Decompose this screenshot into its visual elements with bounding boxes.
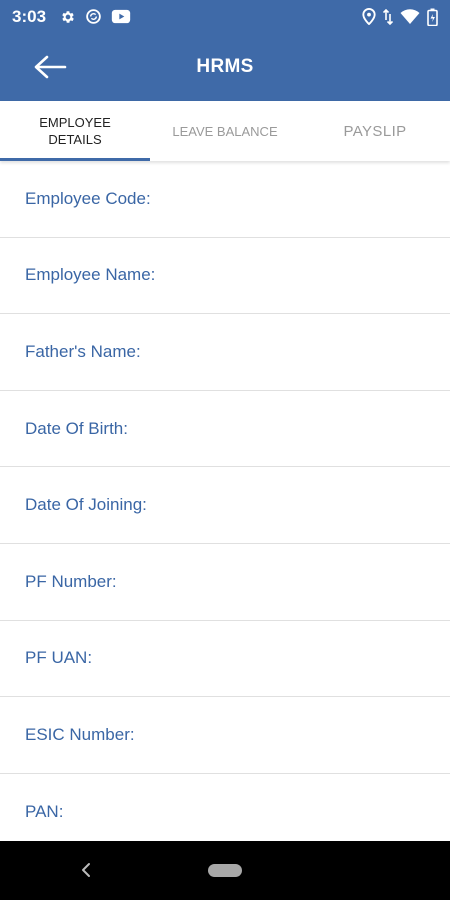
field-pf-number: PF Number: [0, 544, 450, 621]
tab-leave-balance[interactable]: LEAVE BALANCE [150, 101, 300, 161]
field-label: PF Number: [25, 571, 117, 591]
field-label: ESIC Number: [25, 724, 135, 744]
field-label: Employee Name: [25, 265, 156, 285]
data-arrows-icon [383, 8, 393, 25]
nav-home-pill[interactable] [208, 864, 242, 877]
youtube-icon [111, 9, 131, 24]
field-pf-uan: PF UAN: [0, 621, 450, 698]
tab-label: EMPLOYEE DETAILS [39, 115, 111, 147]
status-icons-left [60, 8, 131, 25]
active-tab-indicator [0, 158, 150, 161]
field-date-of-birth: Date Of Birth: [0, 391, 450, 468]
tab-payslip[interactable]: PAYSLIP [300, 101, 450, 161]
field-label: PAN: [25, 801, 64, 821]
field-pan: PAN: [0, 774, 450, 851]
employee-details-list: Employee Code: Employee Name: Father's N… [0, 161, 450, 851]
field-fathers-name: Father's Name: [0, 314, 450, 391]
wifi-icon [400, 8, 420, 25]
field-esic-number: ESIC Number: [0, 697, 450, 774]
app-bar: HRMS [0, 33, 450, 101]
field-employee-code: Employee Code: [0, 161, 450, 238]
tab-label: LEAVE BALANCE [172, 123, 278, 139]
sync-icon [85, 8, 102, 25]
field-date-of-joining: Date Of Joining: [0, 467, 450, 544]
field-label: PF UAN: [25, 648, 93, 668]
location-icon [362, 8, 376, 25]
tab-bar: EMPLOYEE DETAILS LEAVE BALANCE PAYSLIP [0, 101, 450, 161]
nav-back-icon[interactable] [80, 861, 92, 879]
battery-icon [427, 8, 438, 26]
status-time: 3:03 [12, 6, 47, 26]
field-label: Father's Name: [25, 341, 141, 361]
system-nav-bar [0, 841, 450, 900]
field-label: Employee Code: [25, 188, 151, 208]
field-label: Date Of Birth: [25, 418, 128, 438]
tab-label: PAYSLIP [343, 122, 407, 140]
page-title: HRMS [196, 56, 254, 77]
gear-icon [60, 9, 76, 25]
tab-employee-details[interactable]: EMPLOYEE DETAILS [0, 101, 150, 161]
status-icons-right [362, 8, 438, 26]
field-label: Date Of Joining: [25, 495, 147, 515]
status-bar: 3:03 [0, 0, 450, 33]
field-employee-name: Employee Name: [0, 238, 450, 315]
